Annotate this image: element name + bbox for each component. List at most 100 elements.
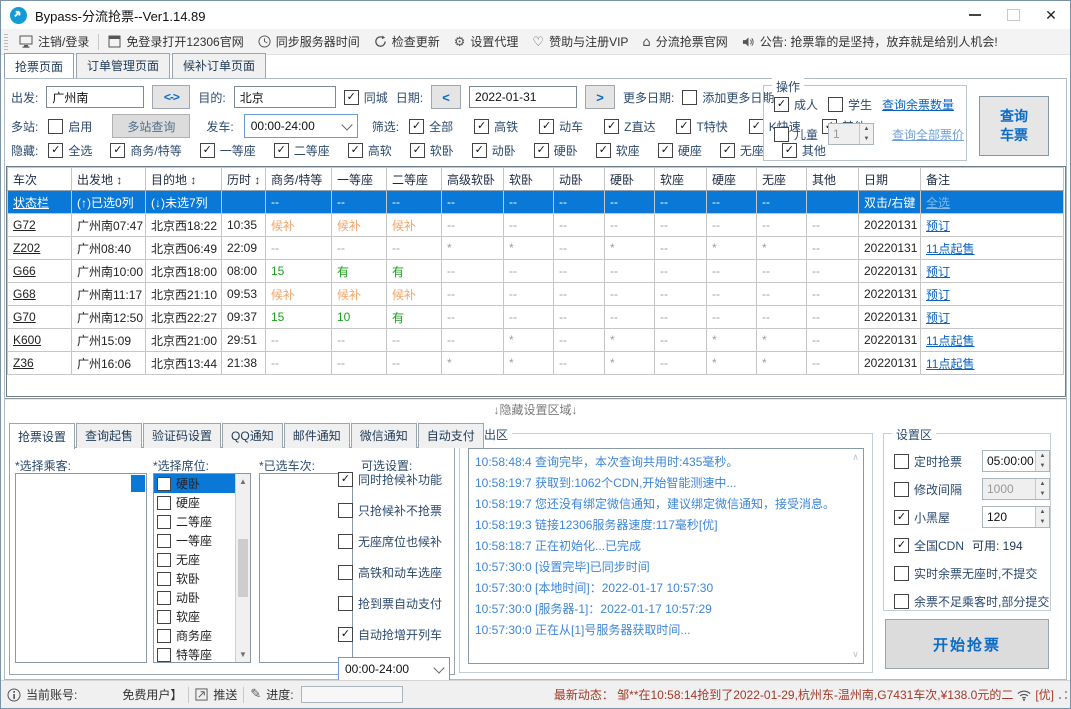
output-scrollbar[interactable]: ∧ ∨ xyxy=(848,449,863,663)
hide-checkbox-10[interactable]: ✓ 无座 xyxy=(719,142,764,159)
settings-spinner-1[interactable]: 1000 ▲ ▼ xyxy=(982,478,1050,500)
settings-checkbox-3[interactable]: ✓ 全国CDN xyxy=(894,537,964,554)
hide-checkbox-4[interactable]: ✓ 高软 xyxy=(347,142,392,159)
seat-option-0[interactable]: 硬卧 xyxy=(154,474,236,493)
passenger-listbox[interactable] xyxy=(15,473,147,663)
train-number-link[interactable]: G70 xyxy=(13,310,36,324)
spinner-up-icon[interactable]: ▲ xyxy=(1036,451,1049,461)
settings-tab-QQ通知[interactable]: QQ通知 xyxy=(222,423,283,448)
same-city-checkbox[interactable]: ✓ 同城 xyxy=(343,89,388,106)
spinner-down-icon[interactable]: ▼ xyxy=(1036,489,1049,499)
multi-query-button[interactable]: 多站查询 xyxy=(112,114,191,138)
column-header[interactable]: 高级软卧 xyxy=(441,167,504,191)
column-header[interactable]: 其他 xyxy=(806,167,859,191)
filter-checkbox-3[interactable]: ✓ Z直达 xyxy=(604,118,655,135)
hide-checkbox-3[interactable]: ✓ 二等座 xyxy=(273,142,330,159)
settings-tab-查询起售[interactable]: 查询起售 xyxy=(76,423,143,448)
passenger-scrollbar-thumb[interactable] xyxy=(131,475,145,492)
query-tickets-button[interactable]: 查询 车票 xyxy=(979,96,1049,156)
seat-option-8[interactable]: 商务座 xyxy=(154,626,236,645)
child-checkbox[interactable]: 儿童 xyxy=(774,126,818,143)
settings-tab-自动支付[interactable]: 自动支付 xyxy=(417,423,484,448)
filter-checkbox-1[interactable]: ✓ 高铁 xyxy=(474,118,518,135)
train-number-link[interactable]: Z202 xyxy=(13,241,40,255)
filter-checkbox-2[interactable]: ✓ 动车 xyxy=(539,118,583,135)
grab-time-select[interactable]: 00:00-24:00 xyxy=(338,657,450,681)
date-next-button[interactable]: > xyxy=(585,85,616,109)
settings-spinner-2[interactable]: 120 ▲ ▼ xyxy=(982,506,1050,528)
table-row[interactable]: G66 广州南10:00 北京西18:00 08:00 15 有有 -- -- -- -- -- --… xyxy=(7,259,1064,283)
book-link[interactable]: 预订 xyxy=(926,288,950,302)
train-number-link[interactable]: 状态栏 xyxy=(13,196,49,210)
book-link[interactable]: 预订 xyxy=(926,265,950,279)
column-header[interactable]: 二等座 xyxy=(386,167,442,191)
scroll-down-icon[interactable]: ∨ xyxy=(852,649,859,660)
scroll-down-icon[interactable]: ▼ xyxy=(239,647,247,662)
column-header[interactable]: 目的地 ↕ xyxy=(145,167,222,191)
output-textarea[interactable]: 10:58:48:4 查询完毕，本次查询共用时:435毫秒。 10:58:19:7… xyxy=(468,448,864,664)
grab-option-checkbox-5[interactable]: ✓ 自动抢增开列车 xyxy=(338,626,450,643)
seat-option-1[interactable]: 硬座 xyxy=(154,493,236,512)
spinner-up-icon[interactable]: ▲ xyxy=(860,124,874,134)
spinner-down-icon[interactable]: ▼ xyxy=(1036,461,1049,471)
spinner-down-icon[interactable]: ▼ xyxy=(860,134,874,144)
table-row[interactable]: Z36 广州16:06 北京西13:44 21:38 -- -- -- * * -- * -- * * --… xyxy=(7,351,1064,375)
column-header[interactable]: 无座 xyxy=(756,167,807,191)
book-link[interactable]: 预订 xyxy=(926,219,950,233)
settings-tab-验证码设置[interactable]: 验证码设置 xyxy=(143,423,222,448)
column-header[interactable]: 历时 ↕ xyxy=(221,167,266,191)
toolbar-speaker-button[interactable]: 公告: 抢票靠的是坚持，放弃就是给别人机会! xyxy=(735,29,1005,54)
table-row[interactable]: G68 广州南11:17 北京西21:10 09:53 候补 候补 候补 -- -- -- -- --… xyxy=(7,282,1064,306)
seat-listbox[interactable]: 硬卧 硬座 二等座 一等座 无座 软卧 动卧 软座 商务座 特等座 ▲ ▼ xyxy=(153,473,251,663)
settings-checkbox-5[interactable]: 余票不足乘客时,部分提交 xyxy=(894,593,1049,610)
column-header[interactable]: 硬座 xyxy=(706,167,757,191)
child-count-spinner[interactable]: 1 ▲ ▼ xyxy=(828,123,875,145)
seat-option-4[interactable]: 无座 xyxy=(154,550,236,569)
grab-option-checkbox-0[interactable]: ✓ 同时抢候补功能 xyxy=(338,471,450,488)
seat-option-6[interactable]: 动卧 xyxy=(154,588,236,607)
dest-input[interactable]: 北京 xyxy=(233,86,336,108)
column-header[interactable]: 商务/特等 xyxy=(265,167,332,191)
date-input[interactable]: 2022-01-31 xyxy=(469,86,578,108)
train-number-link[interactable]: G68 xyxy=(13,287,36,301)
query-remaining-link[interactable]: 查询余票数量 xyxy=(882,96,954,113)
grab-option-checkbox-3[interactable]: 高铁和动车选座 xyxy=(338,564,450,581)
swap-stations-button[interactable]: <-> xyxy=(152,85,191,109)
seat-scrollbar-thumb[interactable] xyxy=(238,539,248,597)
add-more-dates-checkbox[interactable]: 添加更多日期 xyxy=(682,89,774,106)
toolbar-home-button[interactable]: ⌂ 分流抢票官网 xyxy=(635,29,734,54)
spinner-up-icon[interactable]: ▲ xyxy=(1036,479,1049,489)
depart-input[interactable]: 广州南 xyxy=(46,86,145,108)
column-header[interactable]: 备注 xyxy=(920,167,1064,191)
settings-checkbox-2[interactable]: ✓ 小黑屋 xyxy=(894,509,950,526)
hide-checkbox-2[interactable]: ✓ 一等座 xyxy=(199,142,256,159)
hide-checkbox-6[interactable]: ✓ 动卧 xyxy=(471,142,516,159)
train-number-link[interactable]: K600 xyxy=(13,333,41,347)
grab-option-checkbox-1[interactable]: 只抢候补不抢票 xyxy=(338,502,450,519)
column-header[interactable]: 出发地 ↕ xyxy=(71,167,146,191)
tab-候补订单页面[interactable]: 候补订单页面 xyxy=(172,53,267,78)
maximize-button[interactable] xyxy=(994,1,1032,29)
seat-option-5[interactable]: 软卧 xyxy=(154,569,236,588)
column-header[interactable]: 动卧 xyxy=(553,167,605,191)
table-row[interactable]: G72 广州南07:47 北京西18:22 10:35 候补 候补 候补 -- -- -- -- --… xyxy=(7,213,1064,237)
column-header[interactable]: 车次 xyxy=(7,167,72,191)
book-link[interactable]: 11点起售 xyxy=(926,357,974,371)
hide-checkbox-1[interactable]: ✓ 商务/特等 xyxy=(110,142,182,159)
resize-grip[interactable] xyxy=(1058,689,1068,700)
start-grabbing-button[interactable]: 开始抢票 xyxy=(885,619,1049,669)
column-header[interactable]: 软卧 xyxy=(503,167,554,191)
grab-option-checkbox-2[interactable]: 无座席位也候补 xyxy=(338,533,450,550)
query-price-link[interactable]: 查询全部票价 xyxy=(892,126,964,143)
toolbar-gear-button[interactable]: ⚙ 设置代理 xyxy=(447,29,526,54)
settings-tab-抢票设置[interactable]: 抢票设置 xyxy=(9,423,76,449)
minimize-button[interactable] xyxy=(956,1,994,29)
seat-option-7[interactable]: 软座 xyxy=(154,607,236,626)
settings-checkbox-0[interactable]: 定时抢票 xyxy=(894,453,962,470)
column-header[interactable]: 日期 xyxy=(858,167,921,191)
train-number-link[interactable]: G66 xyxy=(13,264,36,278)
table-row[interactable]: G70 广州南12:50 北京西22:27 09:37 15 10 有 -- -- -- -- -- -… xyxy=(7,305,1064,329)
hide-settings-divider[interactable]: ↓隐藏设置区域↓ xyxy=(5,398,1066,418)
settings-checkbox-4[interactable]: 实时余票无座时,不提交 xyxy=(894,565,1037,582)
seat-scrollbar[interactable]: ▲ ▼ xyxy=(235,474,250,662)
